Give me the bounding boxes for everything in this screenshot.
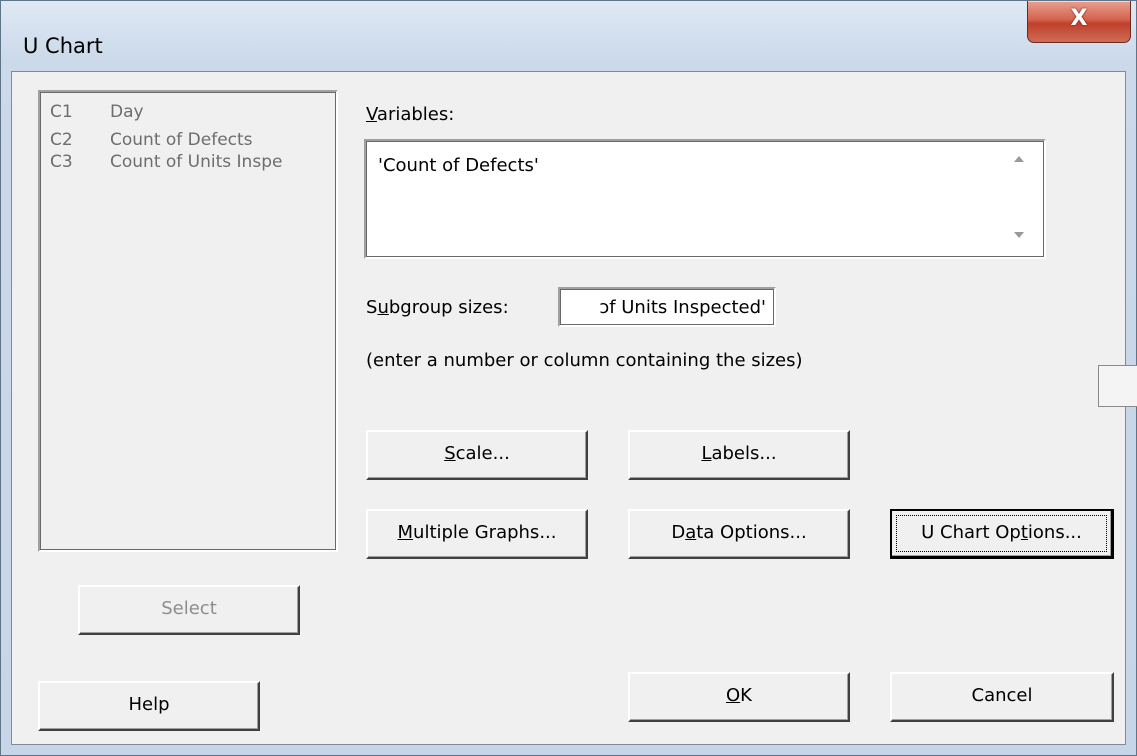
variables-value: 'Count of Defects' — [378, 155, 539, 176]
title-bar[interactable]: U Chart X — [1, 1, 1136, 71]
column-id: C3 — [50, 152, 73, 172]
column-name: Count of Defects — [110, 130, 253, 150]
list-item[interactable]: C3 Count of Units Inspe — [50, 152, 282, 172]
column-id: C1 — [50, 102, 73, 122]
list-item[interactable]: C1 Day — [50, 102, 144, 122]
u-chart-options-button[interactable]: U Chart Options... — [890, 509, 1114, 559]
side-expand-tab[interactable] — [1098, 365, 1137, 407]
scroll-up-icon[interactable] — [1014, 156, 1024, 162]
scroll-down-icon[interactable] — [1014, 232, 1024, 238]
columns-listbox[interactable]: C1 Day C2 Count of Defects C3 Count of Unit… — [38, 90, 338, 552]
help-button[interactable]: Help — [38, 681, 260, 731]
select-button[interactable]: Select — [78, 585, 300, 635]
subgroup-hint: (enter a number or column containing the… — [366, 350, 803, 371]
variables-field[interactable]: 'Count of Defects' — [364, 139, 1046, 259]
scale-button[interactable]: Scale... — [366, 430, 588, 480]
cancel-button[interactable]: Cancel — [890, 672, 1114, 722]
subgroup-sizes-value: ɔf Units Inspected' — [599, 297, 766, 318]
close-button[interactable]: X — [1027, 1, 1131, 43]
multiple-graphs-button[interactable]: Multiple Graphs... — [366, 509, 588, 559]
focus-rectangle — [896, 515, 1107, 552]
data-options-button[interactable]: Data Options... — [628, 509, 850, 559]
window-title: U Chart — [23, 34, 103, 58]
ok-button[interactable]: OK — [628, 672, 850, 722]
column-name: Count of Units Inspe — [110, 152, 283, 172]
column-id: C2 — [50, 130, 73, 150]
list-item[interactable]: C2 Count of Defects — [50, 130, 253, 150]
subgroup-sizes-label: Subgroup sizes: — [366, 297, 509, 318]
subgroup-sizes-field[interactable]: ɔf Units Inspected' — [558, 287, 776, 327]
variables-label: Variables: — [366, 104, 455, 125]
labels-button[interactable]: Labels... — [628, 430, 850, 480]
close-icon: X — [1070, 6, 1088, 31]
column-name: Day — [110, 102, 144, 122]
